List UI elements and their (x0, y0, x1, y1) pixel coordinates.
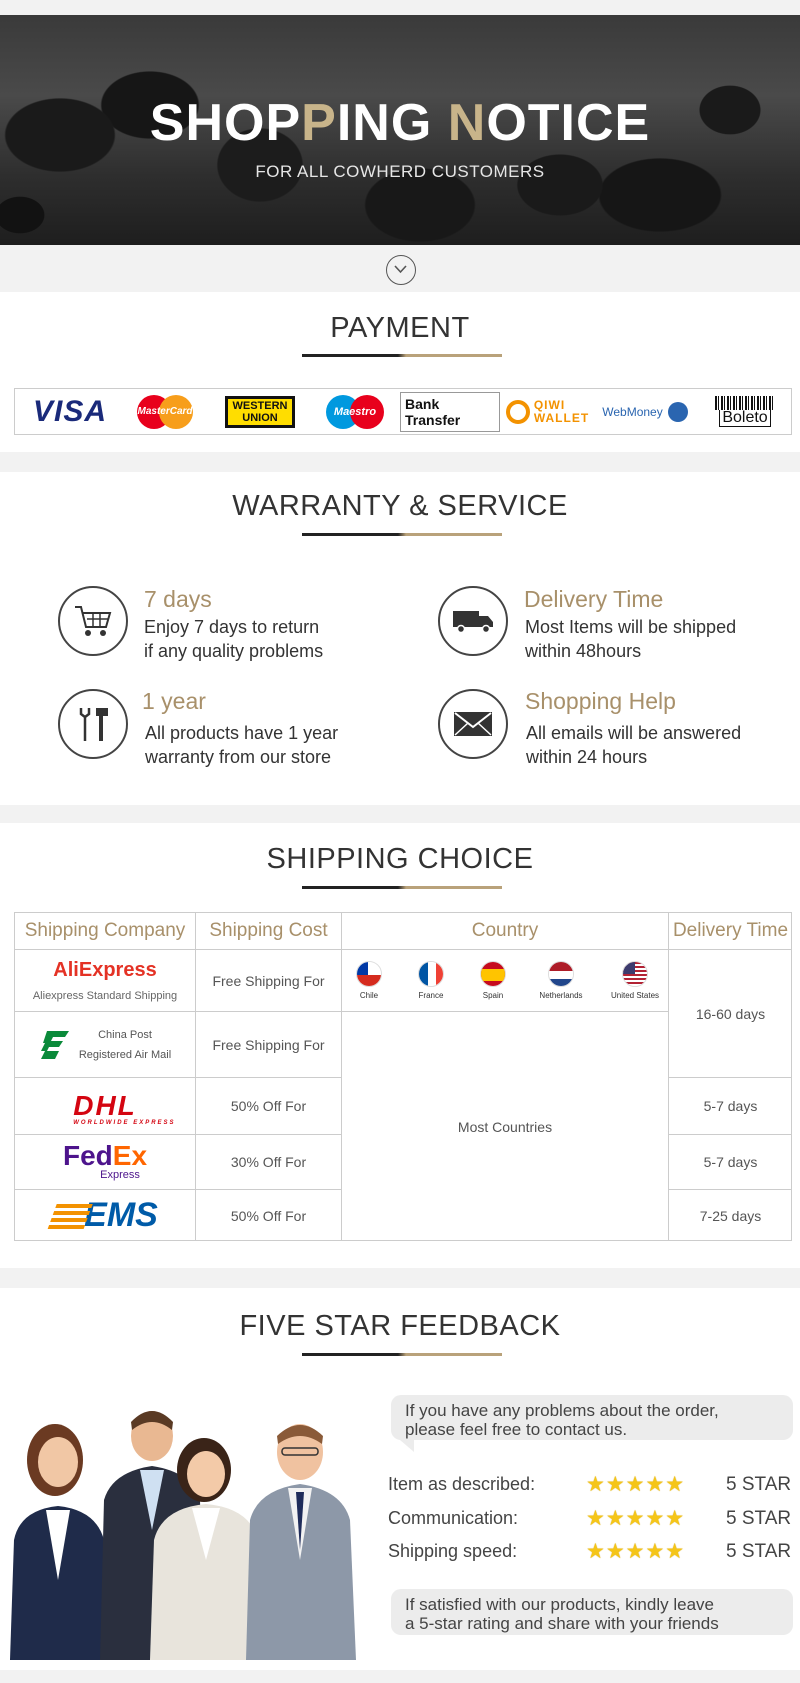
table-header: Delivery Time (669, 913, 792, 950)
boleto-logo: Boleto (715, 396, 775, 427)
envelope-icon (438, 689, 508, 759)
bank-transfer-logo: Bank Transfer (400, 391, 500, 432)
aliexpress-logo: AliExpress Aliexpress Standard Shipping (32, 959, 178, 1002)
hero-subtitle: FOR ALL COWHERD CUSTOMERS (255, 162, 545, 181)
payment-title-underline (302, 354, 502, 357)
table-cell-cost: 50% Off For (196, 1190, 342, 1241)
review-request-bubble: If satisfied with our products, kindly l… (391, 1589, 793, 1635)
payment-title: PAYMENT (330, 312, 470, 344)
flag-france: France (407, 961, 455, 1000)
rating-label: Shipping speed: (388, 1541, 518, 1561)
table-cell-company: FedEx Express (15, 1135, 196, 1190)
table-cell-cost: Free Shipping For (196, 950, 342, 1012)
hero-banner: SHOPPING NOTICE FOR ALL COWHERD CUSTOMER… (0, 15, 800, 245)
table-cell-country-flags: Chile France Spain Netherlands United St… (342, 950, 669, 1012)
flag-chile: Chile (345, 961, 393, 1000)
rating-label: Communication: (388, 1508, 519, 1528)
dhl-logo: DHL WORLDWIDE EXPRESS (73, 1090, 176, 1126)
customer-service-team-photo (0, 1400, 375, 1660)
warranty-item-text: Enjoy 7 days to return if any quality pro… (144, 617, 324, 661)
bubble-tail (400, 1440, 414, 1452)
visa-logo: VISA (32, 394, 108, 428)
table-cell-delivery: 16-60 days (669, 950, 792, 1078)
warranty-title: WARRANTY & SERVICE (232, 490, 568, 522)
ems-logo: EMS (47, 1196, 158, 1235)
contact-bubble: If you have any problems about the order… (391, 1395, 793, 1440)
table-cell-delivery: 5-7 days (669, 1078, 792, 1135)
warranty-item-text: Most Items will be shipped within 48hours (525, 617, 737, 661)
warranty-item-heading: 7 days (144, 586, 212, 612)
maestro-logo: Maestro (326, 394, 384, 429)
rating-value: 5 STAR (726, 1541, 792, 1562)
qiwi-wallet-logo: QIWI WALLET (505, 398, 589, 425)
flag-spain: Spain (469, 961, 517, 1000)
table-cell-company: EMS (15, 1190, 196, 1241)
rating-stars: ★★★★★ (586, 1507, 686, 1530)
warranty-item-heading: Shopping Help (525, 688, 676, 714)
table-header: Country (342, 913, 669, 950)
western-union-logo: WESTERN UNION (225, 395, 295, 428)
chevron-down-icon[interactable] (386, 255, 416, 285)
table-cell-company: China Post Registered Air Mail (15, 1012, 196, 1078)
webmoney-logo: WebMoney (602, 401, 688, 422)
warranty-title-underline (302, 533, 502, 536)
warranty-item-text: All emails will be answered within 24 hou… (526, 723, 742, 767)
flag-netherlands: Netherlands (531, 961, 591, 1000)
payment-methods-bar: VISA MasterCard WESTERN UNION Maestro Ban… (14, 388, 792, 435)
table-cell-cost: 30% Off For (196, 1135, 342, 1190)
shipping-title-underline (302, 886, 502, 889)
tools-icon (58, 689, 128, 759)
table-cell-most-countries: Most Countries (342, 1012, 669, 1241)
truck-icon (438, 586, 508, 656)
rating-stars: ★★★★★ (586, 1540, 686, 1563)
table-cell-delivery: 7-25 days (699, 1207, 762, 1224)
cart-icon (58, 586, 128, 656)
rating-value: 5 STAR (726, 1508, 792, 1529)
hero-title: SHOPPING NOTICE (149, 94, 651, 152)
table-cell-company: DHL WORLDWIDE EXPRESS (15, 1078, 196, 1135)
mastercard-logo: MasterCard (137, 394, 193, 429)
rating-value: 5 STAR (726, 1474, 792, 1495)
china-post-logo: China Post Registered Air Mail (39, 1025, 171, 1065)
fedex-logo: FedEx Express (62, 1140, 148, 1182)
rating-stars: ★★★★★ (586, 1473, 686, 1496)
flag-united-states: United States (605, 961, 665, 1000)
warranty-item-heading: Delivery Time (524, 586, 664, 612)
warranty-item-text: All products have 1 year warranty from ou… (145, 723, 339, 767)
table-header: Shipping Cost (196, 913, 342, 950)
warranty-item-heading: 1 year (142, 688, 206, 714)
shipping-title: SHIPPING CHOICE (266, 843, 534, 875)
table-header: Shipping Company (15, 913, 196, 950)
rating-label: Item as described: (388, 1474, 536, 1494)
feedback-title-underline (302, 1353, 502, 1356)
feedback-title: FIVE STAR FEEDBACK (239, 1310, 561, 1342)
table-cell-company: AliExpress Aliexpress Standard Shipping (15, 950, 196, 1012)
table-cell-delivery: 5-7 days (669, 1135, 792, 1190)
table-cell-cost: 50% Off For (196, 1078, 342, 1135)
shipping-table: Shipping Company Shipping Cost Country D… (14, 912, 792, 1241)
table-cell-cost: Free Shipping For (196, 1012, 342, 1078)
